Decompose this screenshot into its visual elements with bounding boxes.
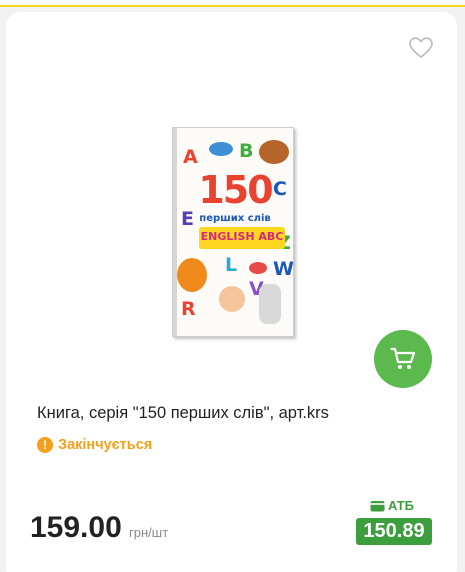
- exclamation-circle-icon: !: [37, 437, 53, 453]
- product-image[interactable]: A B C E Z L W V R 150 перших слів ENGLIS…: [172, 127, 294, 337]
- plane-illustration: [209, 142, 233, 156]
- zebra-illustration: [259, 284, 281, 324]
- heart-outline-icon: [409, 37, 433, 58]
- promo-price-badge: 150.89: [356, 518, 432, 545]
- favorite-button[interactable]: [409, 37, 433, 59]
- wallet-icon: [370, 501, 385, 512]
- shopping-cart-icon: [390, 347, 416, 369]
- cover-number: 150: [198, 168, 273, 212]
- cover-letter: L: [225, 254, 238, 276]
- boy-illustration: [219, 286, 245, 312]
- watermelon-illustration: [249, 262, 267, 274]
- product-card[interactable]: A B C E Z L W V R 150 перших слів ENGLIS…: [6, 12, 457, 572]
- lion-illustration: [177, 258, 207, 292]
- price-unit: грн/шт: [129, 525, 169, 540]
- book-cover: A B C E Z L W V R 150 перших слів ENGLIS…: [172, 127, 294, 337]
- cover-subtitle: перших слів: [199, 213, 271, 224]
- bear-illustration: [259, 140, 289, 164]
- cover-banner-text: ENGLISH ABC: [200, 230, 284, 243]
- cover-letter: R: [181, 298, 196, 320]
- stock-status-label: Закінчується: [58, 437, 153, 453]
- book-spine: [173, 128, 177, 336]
- product-title[interactable]: Книга, серія "150 перших слів", арт.krs: [37, 404, 437, 423]
- promo-store-name: АТБ: [388, 498, 415, 513]
- regular-price: 159.00: [30, 511, 122, 544]
- cover-letter: B: [239, 140, 254, 162]
- cover-letter: A: [183, 146, 198, 168]
- top-accent-stripe: [0, 0, 465, 7]
- add-to-cart-button[interactable]: [374, 330, 432, 388]
- cover-letter: E: [181, 208, 194, 230]
- cover-letter: W: [273, 258, 294, 280]
- cover-letter: C: [273, 178, 287, 200]
